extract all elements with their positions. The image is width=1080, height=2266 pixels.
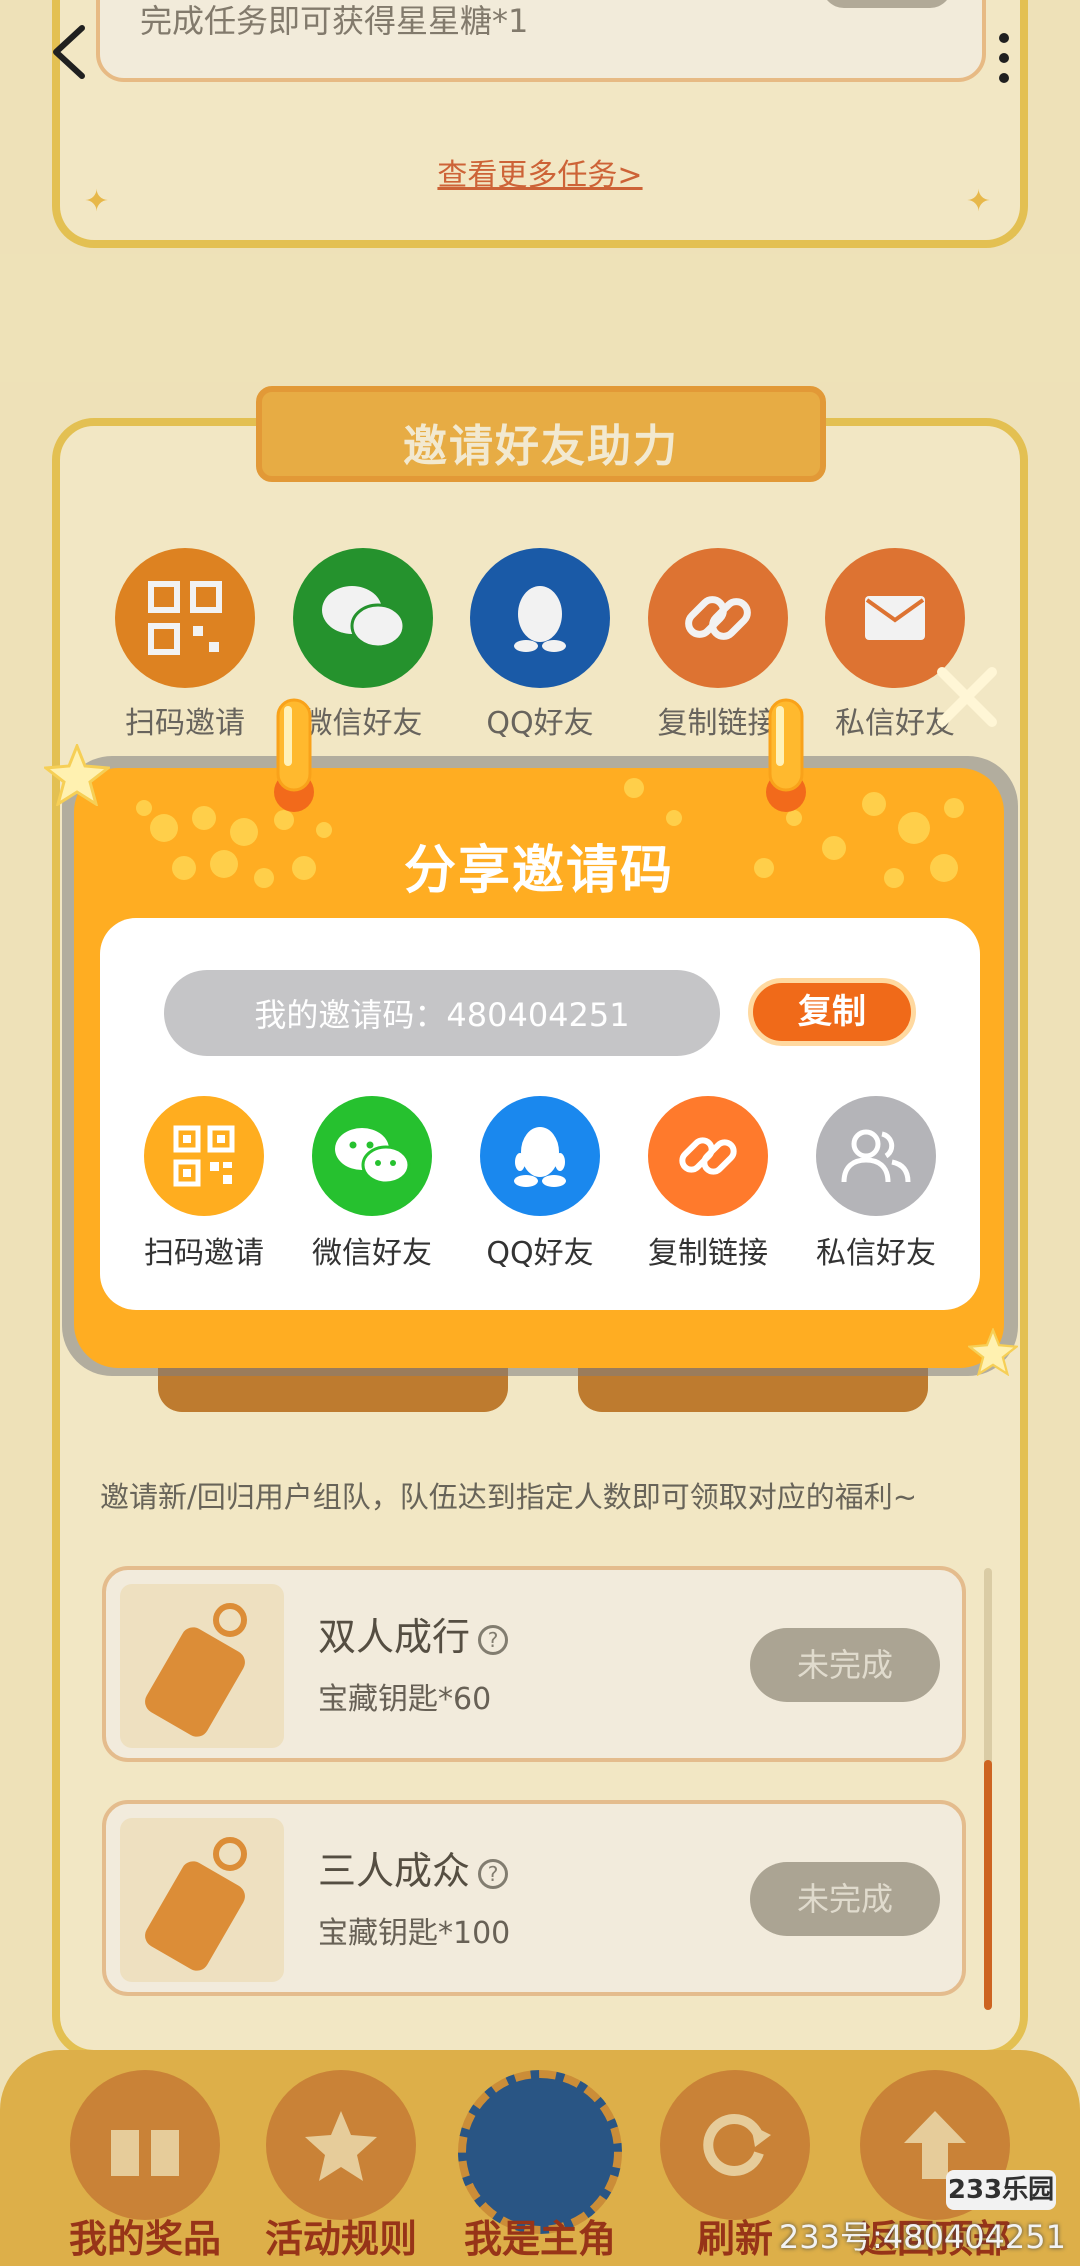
- share-label: 复制链接: [648, 1236, 768, 1271]
- share-wechat[interactable]: 微信好友: [288, 1096, 456, 1272]
- share-label: 微信好友: [312, 1236, 432, 1271]
- qq-icon: [480, 1096, 600, 1216]
- share-label: 私信好友: [816, 1236, 936, 1271]
- share-qr-invite[interactable]: 扫码邀请: [120, 1096, 288, 1272]
- calendar-ring: [766, 698, 806, 812]
- link-icon: [648, 1096, 768, 1216]
- friends-icon: [816, 1096, 936, 1216]
- calendar-ring: [274, 698, 314, 812]
- share-copy-link[interactable]: 复制链接: [624, 1096, 792, 1272]
- star-decoration-icon: [968, 1328, 1018, 1376]
- invite-code-field: 我的邀请码：480404251: [164, 970, 720, 1056]
- modal-content: 我的邀请码：480404251 复制 扫码邀请 微信好友 QQ好友 复制链接 私…: [100, 918, 980, 1310]
- share-label: 扫码邀请: [144, 1236, 264, 1271]
- wechat-icon: [312, 1096, 432, 1216]
- share-label: QQ好友: [486, 1236, 594, 1271]
- copy-button[interactable]: 复制: [748, 978, 916, 1046]
- share-qq[interactable]: QQ好友: [456, 1096, 624, 1272]
- close-icon[interactable]: [932, 662, 1002, 732]
- share-options-row: 扫码邀请 微信好友 QQ好友 复制链接 私信好友: [120, 1096, 960, 1272]
- modal-title: 分享邀请码: [403, 841, 674, 901]
- qr-code-icon: [144, 1096, 264, 1216]
- share-private-message[interactable]: 私信好友: [792, 1096, 960, 1272]
- star-decoration-icon: [44, 744, 110, 806]
